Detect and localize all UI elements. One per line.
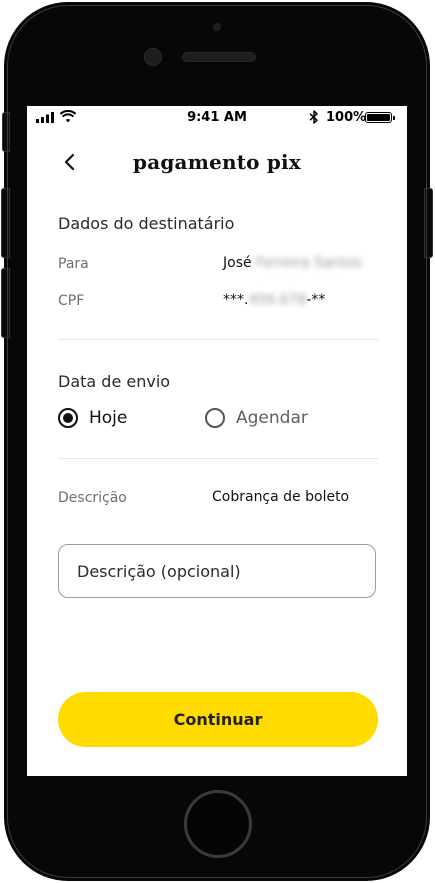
battery-icon	[365, 112, 395, 123]
volume-down-button	[1, 268, 10, 338]
app-screen: 9:41 AM 100% pagamento pix Dados do dest…	[27, 106, 407, 776]
sensor-dot	[213, 23, 221, 31]
radio-unchecked-icon	[205, 408, 225, 428]
divider	[58, 339, 378, 340]
recipient-name-label: Para	[58, 256, 89, 272]
description-input[interactable]	[58, 544, 376, 598]
recipient-first-name: José	[223, 255, 252, 271]
page-title: pagamento pix	[133, 150, 301, 174]
cpf-value: ***.456.678-**	[223, 292, 325, 308]
bluetooth-icon	[309, 110, 318, 124]
radio-hoje-label: Hoje	[89, 408, 128, 428]
earpiece-speaker	[182, 52, 256, 62]
radio-agendar[interactable]: Agendar	[205, 406, 308, 430]
cpf-prefix: ***.	[223, 292, 249, 308]
recipient-name-value: José Ferreira Santos	[223, 255, 362, 271]
divider	[58, 458, 378, 459]
description-value: Cobrança de boleto	[212, 489, 350, 505]
mute-switch	[2, 112, 10, 152]
volume-up-button	[1, 188, 10, 258]
front-camera	[144, 48, 162, 66]
radio-agendar-label: Agendar	[236, 408, 308, 428]
cpf-hidden-digits: 456.678	[248, 292, 307, 308]
send-date-section-title: Data de envio	[58, 372, 171, 391]
continue-button[interactable]: Continuar	[58, 692, 378, 747]
recipient-surname-blurred: Ferreira Santos	[256, 255, 362, 271]
radio-checked-icon	[58, 408, 78, 428]
description-label: Descrição	[58, 490, 127, 506]
battery-percentage: 100%	[326, 110, 367, 125]
power-button	[424, 188, 433, 258]
home-button[interactable]	[184, 790, 252, 858]
recipient-section-title: Dados do destinatário	[58, 214, 235, 233]
status-bar: 9:41 AM 100%	[27, 106, 407, 128]
radio-hoje[interactable]: Hoje	[58, 406, 127, 430]
cpf-label: CPF	[58, 293, 85, 309]
cpf-suffix: -**	[306, 292, 326, 308]
